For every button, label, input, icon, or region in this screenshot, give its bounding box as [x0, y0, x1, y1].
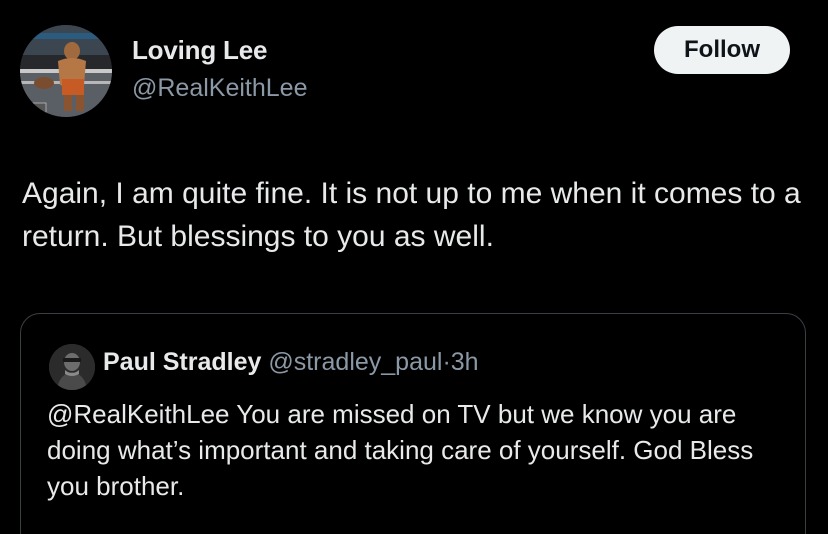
tweet-text: Again, I am quite fine. It is not up to …	[22, 177, 801, 253]
quote-avatar-photo	[49, 344, 95, 390]
quoted-tweet-card[interactable]: Paul Stradley @stradley_paul·3h @RealKei…	[20, 313, 806, 534]
author-handle[interactable]: @RealKeithLee	[132, 74, 308, 103]
quote-timestamp[interactable]: 3h	[451, 348, 479, 376]
quote-author-handle[interactable]: @stradley_paul	[268, 348, 442, 376]
quote-author-name[interactable]: Paul Stradley	[103, 348, 261, 376]
author-avatar[interactable]	[20, 25, 112, 117]
tweet: Loving Lee @RealKeithLee Follow Again, I…	[0, 0, 828, 534]
follow-button[interactable]: Follow	[654, 26, 790, 74]
quote-header: Paul Stradley @stradley_paul·3h	[103, 348, 479, 377]
quote-text: @RealKeithLee You are missed on TV but w…	[47, 399, 754, 501]
quote-author-avatar[interactable]	[49, 344, 95, 390]
author-name[interactable]: Loving Lee	[132, 35, 267, 66]
avatar-photo	[20, 25, 112, 117]
quote-separator: ·	[442, 348, 451, 376]
